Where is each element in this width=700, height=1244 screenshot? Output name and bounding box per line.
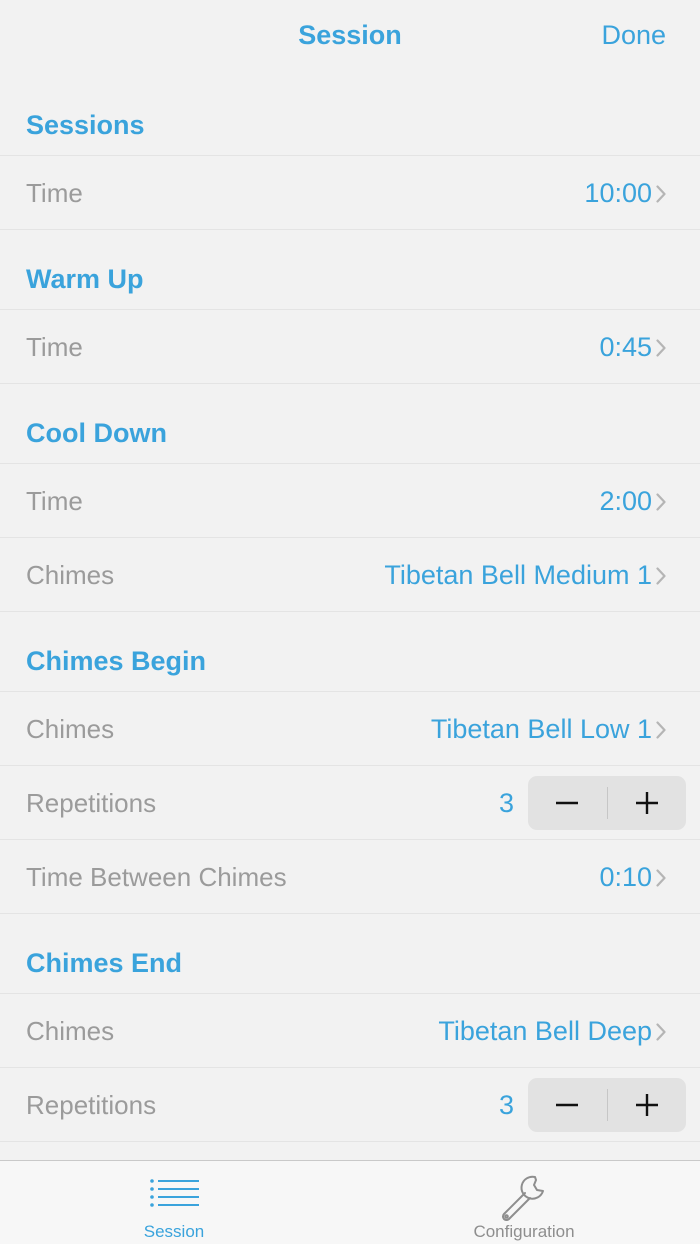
cool-down-time-value: 2:00 [599,486,652,516]
section-header-chimes-end: Chimes End [0,914,700,994]
row-label: Chimes [26,714,115,744]
row-label: Time [26,486,83,516]
section-header-sessions: Sessions [0,76,700,156]
cool-down-chimes-row[interactable]: Chimes Tibetan Bell Medium 1 [0,538,700,612]
chimes-begin-chimes-row[interactable]: Chimes Tibetan Bell Low 1 [0,692,700,766]
chimes-end-repetitions-row: Repetitions 3 [0,1068,700,1142]
chevron-right-icon [656,184,666,203]
app-window: Session Done Sessions Time 10:00 Warm Up… [0,0,700,1244]
minus-icon [556,1103,579,1107]
page-title: Session [298,20,402,50]
minus-icon [556,801,579,805]
row-label: Repetitions [26,788,157,818]
repetitions-stepper [528,776,686,830]
chevron-right-icon [656,1022,666,1041]
cool-down-time-row[interactable]: Time 2:00 [0,464,700,538]
section-header-warm-up: Warm Up [0,230,700,310]
row-label: Time Between Chimes [26,862,287,892]
settings-list[interactable]: Sessions Time 10:00 Warm Up Time 0:45 Co… [0,76,700,1160]
navigation-bar: Session Done [0,0,700,76]
plus-icon [635,1094,658,1116]
chevron-right-icon [656,868,666,887]
decrement-button[interactable] [528,776,607,830]
wrench-icon [501,1175,544,1221]
tab-bar: Session Configuration [0,1160,700,1244]
chevron-right-icon [656,720,666,739]
section-header-cool-down: Cool Down [0,384,700,464]
tab-session[interactable]: Session [64,1161,284,1244]
row-label: Repetitions [26,1090,157,1120]
tab-configuration[interactable]: Configuration [414,1161,634,1244]
increment-button[interactable] [608,776,687,830]
chimes-begin-chimes-value: Tibetan Bell Low 1 [430,714,652,744]
sessions-time-row[interactable]: Time 10:00 [0,156,700,230]
time-between-chimes-value: 0:10 [599,862,652,892]
chevron-right-icon [656,492,666,511]
done-button[interactable]: Done [601,20,666,51]
list-icon [150,1179,199,1207]
section-header-chimes-begin: Chimes Begin [0,612,700,692]
chimes-begin-repetitions-row: Repetitions 3 [0,766,700,840]
row-label: Time [26,332,83,362]
warm-up-time-row[interactable]: Time 0:45 [0,310,700,384]
tab-label: Session [143,1222,205,1241]
increment-button[interactable] [608,1078,687,1132]
row-label: Chimes [26,1016,115,1046]
tab-label: Configuration [473,1222,575,1241]
repetitions-stepper [528,1078,686,1132]
chimes-end-chimes-row[interactable]: Chimes Tibetan Bell Deep [0,994,700,1068]
sessions-time-value: 10:00 [584,178,652,208]
row-label: Time [26,178,83,208]
cool-down-chimes-value: Tibetan Bell Medium 1 [384,560,652,590]
chevron-right-icon [656,338,666,357]
chimes-begin-repetitions-value: 3 [498,787,514,818]
plus-icon [635,792,658,814]
chimes-end-repetitions-value: 3 [498,1089,514,1120]
row-label: Chimes [26,560,115,590]
chimes-begin-time-between-row[interactable]: Time Between Chimes 0:10 [0,840,700,914]
decrement-button[interactable] [528,1078,607,1132]
chevron-right-icon [656,566,666,585]
warm-up-time-value: 0:45 [599,332,652,362]
chimes-end-chimes-value: Tibetan Bell Deep [438,1016,652,1046]
